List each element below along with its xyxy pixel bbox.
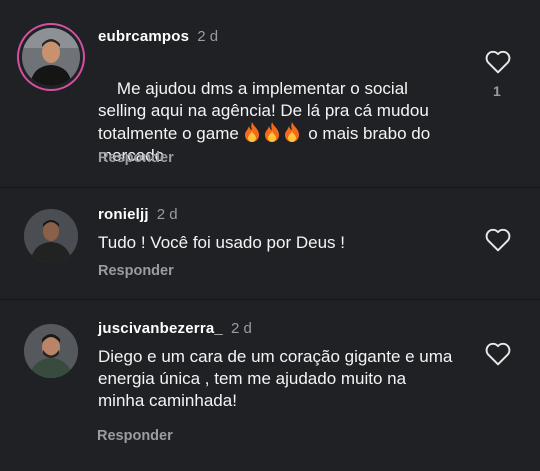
- username[interactable]: ronieljj: [98, 206, 149, 223]
- person-avatar-icon: [24, 209, 78, 263]
- comment-text: Diego e um cara de um coração gigante e …: [98, 347, 458, 410]
- comment-header: eubrcampos 2 d: [98, 28, 218, 45]
- fire-icon: [284, 122, 299, 142]
- comment-3: juscivanbezerra_ 2 d Diego e um cara de u…: [0, 300, 540, 471]
- person-avatar-icon: [24, 324, 78, 378]
- username[interactable]: eubrcampos: [98, 28, 189, 45]
- heart-icon[interactable]: [485, 342, 511, 366]
- like-count: 1: [493, 83, 501, 99]
- person-avatar-icon: [22, 28, 80, 86]
- avatar[interactable]: [24, 324, 78, 378]
- timestamp: 2 d: [156, 206, 178, 223]
- fire-emoji-group: [244, 122, 304, 143]
- comment-header: ronieljj 2 d: [98, 206, 178, 223]
- fire-icon: [264, 122, 279, 142]
- reply-button[interactable]: Responder: [98, 263, 174, 279]
- heart-icon[interactable]: [485, 50, 511, 74]
- fire-icon: [244, 122, 259, 142]
- avatar[interactable]: [24, 209, 78, 263]
- comment-1: eubrcampos 2 d Me ajudou dms a implementa…: [0, 0, 540, 186]
- timestamp: 2 d: [197, 28, 219, 45]
- reply-button[interactable]: Responder: [97, 428, 173, 444]
- username[interactable]: juscivanbezerra_: [98, 320, 223, 337]
- comment-text: Tudo ! Você foi usado por Deus !: [98, 233, 345, 252]
- comment-text: Me ajudou dms a implementar o social sel…: [98, 56, 443, 189]
- comment-header: juscivanbezerra_ 2 d: [98, 320, 252, 337]
- reply-button[interactable]: Responder: [98, 150, 174, 166]
- timestamp: 2 d: [230, 320, 252, 337]
- avatar[interactable]: [22, 28, 80, 86]
- heart-icon[interactable]: [485, 228, 511, 252]
- comment-2: ronieljj 2 d Tudo ! Você foi usado por De…: [0, 188, 540, 298]
